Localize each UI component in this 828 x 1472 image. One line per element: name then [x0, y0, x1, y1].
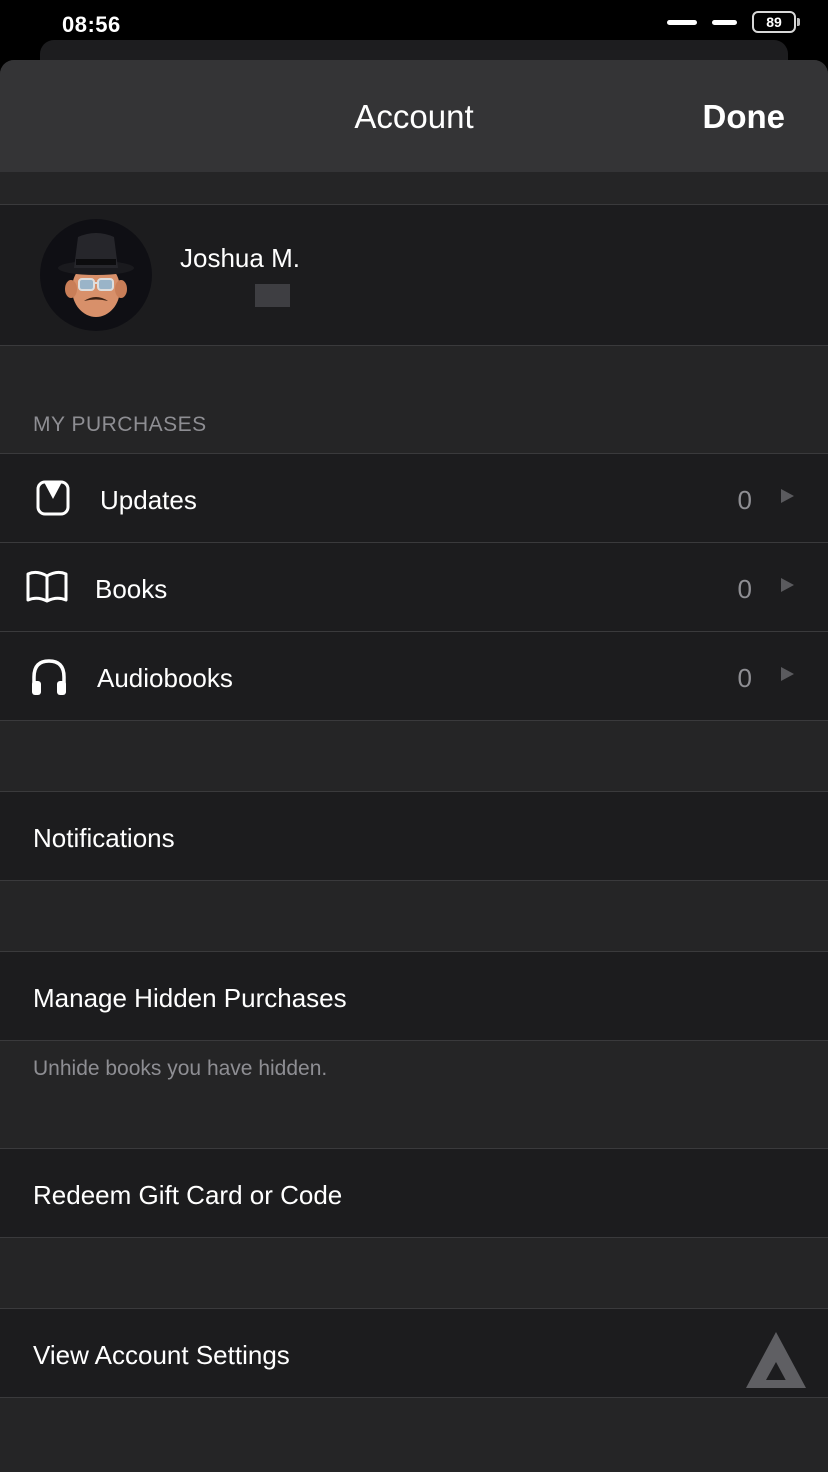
row-label: View Account Settings	[33, 1340, 290, 1370]
row-label: Notifications	[33, 823, 175, 853]
row-label: Audiobooks	[97, 663, 233, 693]
account-sheet: Account Done Joshua M. MY PURCHASES Upda…	[0, 60, 828, 1472]
avatar	[40, 219, 152, 331]
manage-hidden-purchases-row[interactable]: Manage Hidden Purchases	[0, 951, 828, 1041]
headphones-icon	[32, 659, 66, 695]
redeem-gift-card-row[interactable]: Redeem Gift Card or Code	[0, 1148, 828, 1238]
row-count: 0	[737, 574, 752, 604]
done-button[interactable]: Done	[703, 98, 786, 136]
purchases-row-updates[interactable]: Updates 0	[0, 453, 828, 543]
row-label: Manage Hidden Purchases	[33, 983, 347, 1013]
chevron-right-icon	[781, 578, 794, 592]
battery-level: 89	[766, 14, 782, 30]
signal-icon	[667, 17, 737, 27]
battery-tip	[797, 18, 800, 26]
redacted-email	[255, 284, 290, 307]
battery-icon: 89	[752, 11, 796, 33]
status-time: 08:56	[62, 12, 121, 37]
profile-row[interactable]: Joshua M.	[0, 204, 828, 346]
row-label: Redeem Gift Card or Code	[33, 1180, 343, 1210]
chevron-right-icon	[781, 667, 794, 681]
row-count: 0	[737, 663, 752, 693]
hidden-purchases-note: Unhide books you have hidden.	[33, 1057, 328, 1080]
nav-bar: Account Done	[0, 60, 828, 172]
section-header-purchases: MY PURCHASES	[33, 413, 207, 436]
view-account-settings-row[interactable]: View Account Settings	[0, 1308, 828, 1398]
row-count: 0	[737, 485, 752, 515]
purchases-row-books[interactable]: Books 0	[0, 542, 828, 632]
profile-name: Joshua M.	[180, 243, 300, 273]
row-label: Updates	[100, 485, 197, 515]
updates-icon	[36, 480, 70, 516]
book-icon	[26, 570, 68, 603]
row-label: Books	[95, 574, 168, 604]
purchases-row-audiobooks[interactable]: Audiobooks 0	[0, 631, 828, 721]
watermark-logo-icon	[746, 1332, 806, 1388]
notifications-row[interactable]: Notifications	[0, 791, 828, 881]
chevron-right-icon	[781, 489, 794, 503]
